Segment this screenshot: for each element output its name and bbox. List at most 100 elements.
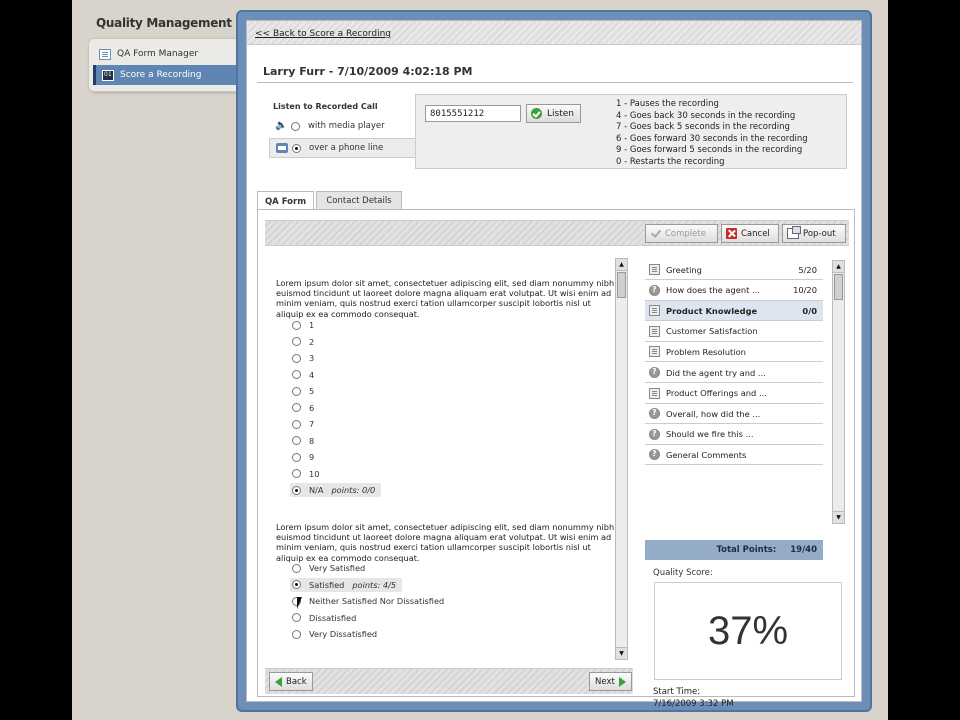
section-name: Overall, how did the ... — [666, 408, 761, 419]
answer-option[interactable]: Neither Satisfied Nor Dissatisfied — [292, 594, 444, 608]
section-item[interactable]: General Comments — [645, 445, 823, 466]
answer-radio[interactable] — [292, 353, 301, 363]
section-item[interactable]: Greeting 5/20 — [645, 260, 823, 280]
section-item[interactable]: Did the agent try and ... — [645, 363, 823, 383]
section-item[interactable]: Product Knowledge 0/0 — [645, 301, 823, 322]
answer-radio[interactable] — [292, 469, 301, 478]
nav-item-qa-form-manager[interactable]: QA Form Manager — [93, 44, 239, 64]
next-label: Next — [595, 676, 615, 687]
check-icon — [531, 108, 542, 119]
answer-option[interactable]: 3 — [292, 351, 314, 365]
section-item[interactable]: Product Offerings and ... — [645, 384, 823, 404]
answer-option[interactable]: Very Dissatisfied — [292, 627, 377, 641]
section-score: 5/20 — [798, 264, 817, 275]
arrow-right-icon — [618, 676, 626, 687]
check-icon — [650, 228, 661, 239]
answer-radio[interactable] — [292, 563, 301, 573]
listen-button-label: Listen — [547, 108, 574, 119]
answer-radio[interactable] — [292, 320, 301, 330]
section-score: 0/0 — [802, 305, 817, 316]
answer-radio[interactable] — [292, 403, 301, 412]
tab-contact-details[interactable]: Contact Details — [316, 191, 402, 210]
qa-form-body: Complete Cancel Pop-out Lorem ipsum dolo… — [257, 209, 855, 709]
answer-points: points: 0/0 — [331, 485, 376, 495]
answer-radio[interactable] — [292, 386, 301, 396]
help-icon — [649, 408, 660, 420]
app-title: Quality Management — [96, 16, 232, 30]
answer-option[interactable]: Very Satisfied — [292, 561, 365, 575]
answer-label: 2 — [309, 336, 315, 347]
section-name: Product Offerings and ... — [666, 388, 767, 399]
answer-label: 4 — [309, 369, 315, 380]
answer-option[interactable]: 2 — [292, 335, 314, 349]
scroll-thumb[interactable] — [617, 272, 626, 298]
start-time-value: 7/16/2009 3:32 PM — [653, 699, 734, 709]
phone-line-radio[interactable] — [292, 143, 301, 153]
phone-number-input[interactable] — [425, 105, 521, 122]
answer-label: 1 — [309, 320, 315, 330]
quality-score-label: Quality Score: — [653, 568, 713, 578]
scroll-down-arrow[interactable]: ▼ — [833, 511, 844, 523]
close-icon — [726, 228, 737, 239]
complete-button[interactable]: Complete — [645, 224, 718, 243]
section-item[interactable]: How does the agent ... 10/20 — [645, 281, 823, 301]
cancel-button[interactable]: Cancel — [721, 224, 779, 243]
answer-option[interactable]: 6 — [292, 401, 314, 415]
section-item[interactable]: Overall, how did the ... — [645, 404, 823, 425]
quality-score-value: 37% — [654, 582, 842, 680]
next-button[interactable]: Next — [589, 672, 632, 691]
answer-radio[interactable] — [292, 629, 301, 639]
answer-option[interactable]: Dissatisfied — [292, 611, 356, 625]
listen-media-player-option[interactable]: 🔈 with media player — [269, 117, 415, 135]
answer-radio[interactable] — [292, 613, 301, 622]
answer-radio[interactable] — [292, 452, 301, 462]
answer-option[interactable]: Satisfied points: 4/5 — [290, 577, 403, 592]
answer-option[interactable]: 1 — [292, 318, 314, 332]
start-time-label: Start Time: — [653, 687, 701, 697]
start-time: Start Time: 7/16/2009 3:32 PM — [653, 686, 734, 710]
answer-radio[interactable] — [292, 485, 301, 495]
scroll-down-arrow[interactable]: ▼ — [616, 647, 627, 659]
listen-phone-line-option[interactable]: over a phone line — [269, 138, 415, 158]
scroll-up-arrow[interactable]: ▲ — [833, 261, 844, 273]
mouse-cursor — [297, 597, 307, 609]
answer-radio[interactable] — [292, 370, 301, 379]
answer-option[interactable]: N/A points: 0/0 — [290, 483, 382, 497]
popout-button[interactable]: Pop-out — [782, 224, 846, 243]
speaker-icon: 🔈 — [275, 120, 288, 131]
section-name: General Comments — [666, 449, 747, 460]
back-button[interactable]: Back — [269, 672, 313, 691]
answer-option[interactable]: 10 — [292, 467, 319, 481]
pager-bar: Back Next — [265, 668, 633, 694]
listen-button[interactable]: Listen — [526, 104, 581, 123]
tab-qa-form[interactable]: QA Form — [257, 191, 314, 211]
question-scrollbar[interactable]: ▲ ▼ — [615, 258, 628, 660]
section-scrollbar[interactable]: ▲ ▼ — [832, 260, 845, 524]
scroll-thumb[interactable] — [834, 274, 843, 300]
section-item[interactable]: Customer Satisfaction — [645, 322, 823, 342]
answer-option[interactable]: 7 — [292, 417, 314, 431]
back-to-score-link[interactable]: << Back to Score a Recording — [255, 29, 391, 39]
answer-radio[interactable] — [292, 580, 301, 589]
calendar-icon — [102, 69, 114, 81]
answer-radio[interactable] — [292, 436, 301, 445]
answer-option[interactable]: 5 — [292, 384, 314, 398]
answer-option[interactable]: 4 — [292, 368, 314, 382]
answer-radio[interactable] — [292, 337, 301, 346]
answer-radio[interactable] — [292, 419, 301, 429]
key-instruction: 4 - Goes back 30 seconds in the recordin… — [616, 110, 796, 121]
section-item[interactable]: Should we fire this ... — [645, 425, 823, 445]
key-instruction: 0 - Restarts the recording — [616, 156, 725, 167]
section-name: Should we fire this ... — [666, 429, 754, 440]
list-icon — [649, 346, 660, 358]
media-player-radio[interactable] — [291, 121, 300, 131]
nav-item-label: QA Form Manager — [117, 49, 199, 59]
list-icon — [649, 325, 660, 337]
answer-option[interactable]: 9 — [292, 450, 314, 464]
key-instruction: 9 - Goes forward 5 seconds in the record… — [616, 145, 803, 156]
scroll-up-arrow[interactable]: ▲ — [616, 259, 627, 271]
total-points-value: 19/40 — [790, 545, 817, 555]
answer-option[interactable]: 8 — [292, 434, 314, 448]
nav-item-score-a-recording[interactable]: Score a Recording — [93, 65, 239, 85]
section-item[interactable]: Problem Resolution — [645, 342, 823, 363]
